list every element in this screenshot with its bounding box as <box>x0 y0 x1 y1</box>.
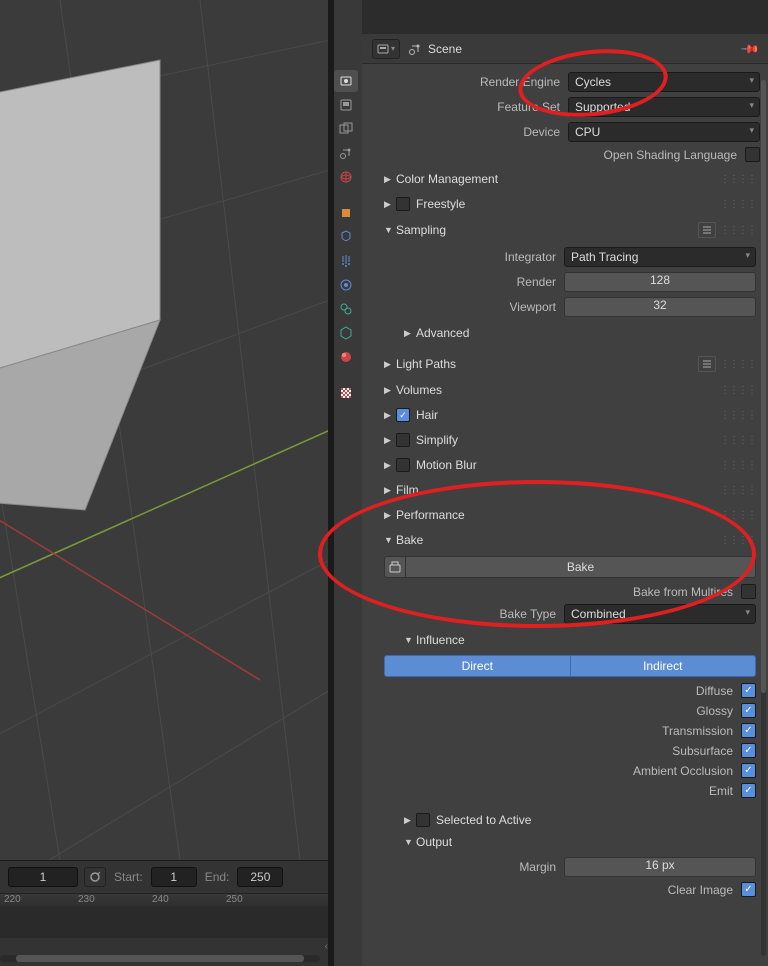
bake-panel-header[interactable]: ▼Bake⋮⋮⋮⋮ <box>380 528 760 552</box>
margin-label: Margin <box>384 860 564 874</box>
object-tab[interactable] <box>334 202 358 224</box>
simplify-panel-header[interactable]: ▶Simplify⋮⋮⋮⋮ <box>380 428 760 452</box>
color-management-panel-header[interactable]: ▶Color Management⋮⋮⋮⋮ <box>380 167 760 191</box>
bake-button[interactable]: Bake <box>406 556 756 578</box>
scene-name: Scene <box>428 42 462 56</box>
bake-from-multires-label: Bake from Multires <box>633 585 741 599</box>
world-tab[interactable] <box>334 166 358 188</box>
render-engine-select[interactable]: Cycles <box>568 72 760 92</box>
viewport-samples-label: Viewport <box>384 300 564 314</box>
scene-tab[interactable] <box>334 142 358 164</box>
properties-tabs <box>334 40 362 404</box>
properties-header: ▾ Scene 📌 <box>362 34 768 64</box>
ao-checkbox[interactable]: ✓ <box>741 763 756 778</box>
volumes-panel-header[interactable]: ▶Volumes⋮⋮⋮⋮ <box>380 378 760 402</box>
light-paths-panel-header[interactable]: ▶Light Paths ⋮⋮⋮⋮ <box>380 351 760 377</box>
sampling-presets-button[interactable] <box>698 222 716 238</box>
subsurface-checkbox[interactable]: ✓ <box>741 743 756 758</box>
diffuse-label: Diffuse <box>696 684 741 698</box>
timeline-scrollbar[interactable] <box>0 955 320 962</box>
emit-label: Emit <box>709 784 741 798</box>
scene-icon <box>408 42 422 56</box>
feature-set-select[interactable]: Supported <box>568 97 760 117</box>
end-frame-field[interactable]: 250 <box>237 867 283 887</box>
diffuse-checkbox[interactable]: ✓ <box>741 683 756 698</box>
emit-checkbox[interactable]: ✓ <box>741 783 756 798</box>
transmission-checkbox[interactable]: ✓ <box>741 723 756 738</box>
device-select[interactable]: CPU <box>568 122 760 142</box>
sampling-advanced-header[interactable]: ▶Advanced <box>384 322 756 344</box>
viewlayer-tab[interactable] <box>334 118 358 140</box>
output-tab[interactable] <box>334 94 358 116</box>
feature-set-label: Feature Set <box>380 100 568 114</box>
film-panel-header[interactable]: ▶Film⋮⋮⋮⋮ <box>380 478 760 502</box>
render-samples-label: Render <box>384 275 564 289</box>
properties-scrollbar[interactable] <box>761 80 766 956</box>
freestyle-checkbox[interactable] <box>396 197 410 211</box>
current-frame-field[interactable]: 1 <box>8 867 78 887</box>
mesh-tab[interactable] <box>334 322 358 344</box>
output-panel-header[interactable]: ▼Output <box>384 831 756 853</box>
pin-icon[interactable]: 📌 <box>740 38 760 58</box>
glossy-checkbox[interactable]: ✓ <box>741 703 756 718</box>
device-label: Device <box>380 125 568 139</box>
timeline: 1 Start: 1 End: 250 220 230 240 250 ‹ <box>0 860 330 966</box>
selected-to-active-panel-header[interactable]: ▶Selected to Active <box>384 809 756 831</box>
physics-tab[interactable] <box>334 274 358 296</box>
render-tab[interactable] <box>334 70 358 92</box>
integrator-label: Integrator <box>384 250 564 264</box>
render-engine-label: Render Engine <box>380 75 568 89</box>
freestyle-panel-header[interactable]: ▶Freestyle⋮⋮⋮⋮ <box>380 192 760 216</box>
subsurface-label: Subsurface <box>672 744 741 758</box>
clear-image-checkbox[interactable]: ✓ <box>741 882 756 897</box>
timeline-ruler[interactable]: 220 230 240 250 <box>0 894 330 938</box>
particle-tab[interactable] <box>334 250 358 272</box>
osl-checkbox[interactable] <box>745 147 760 162</box>
osl-label: Open Shading Language <box>604 148 745 162</box>
glossy-label: Glossy <box>696 704 741 718</box>
ao-label: Ambient Occlusion <box>633 764 741 778</box>
modifier-tab[interactable] <box>334 226 358 248</box>
jump-to-keyframe-button[interactable] <box>84 867 106 887</box>
datablock-menu[interactable]: ▾ <box>372 39 400 59</box>
properties-panel: ▾ Scene 📌 Render Engine Cycles Feature S… <box>362 0 768 966</box>
hair-panel-header[interactable]: ▶✓Hair⋮⋮⋮⋮ <box>380 403 760 427</box>
texture-tab[interactable] <box>334 382 358 404</box>
selected-to-active-checkbox[interactable] <box>416 813 430 827</box>
transmission-label: Transmission <box>662 724 741 738</box>
render-samples-field[interactable]: 128 <box>564 272 756 292</box>
light-paths-presets-button[interactable] <box>698 356 716 372</box>
bake-type-label: Bake Type <box>384 607 564 621</box>
integrator-select[interactable]: Path Tracing <box>564 247 756 267</box>
margin-field[interactable]: 16 px <box>564 857 756 877</box>
influence-indirect-toggle[interactable]: Indirect <box>571 655 757 677</box>
end-label: End: <box>203 870 232 884</box>
sampling-panel-header[interactable]: ▼Sampling ⋮⋮⋮⋮ <box>380 217 760 243</box>
influence-direct-toggle[interactable]: Direct <box>384 655 571 677</box>
hair-checkbox[interactable]: ✓ <box>396 408 410 422</box>
simplify-checkbox[interactable] <box>396 433 410 447</box>
viewport-3d[interactable] <box>0 0 330 860</box>
clear-image-label: Clear Image <box>668 883 741 897</box>
bake-type-select[interactable]: Combined <box>564 604 756 624</box>
start-frame-field[interactable]: 1 <box>151 867 197 887</box>
bake-from-multires-checkbox[interactable] <box>741 584 756 599</box>
motion-blur-panel-header[interactable]: ▶Motion Blur⋮⋮⋮⋮ <box>380 453 760 477</box>
start-label: Start: <box>112 870 145 884</box>
performance-panel-header[interactable]: ▶Performance⋮⋮⋮⋮ <box>380 503 760 527</box>
bake-icon <box>384 556 406 578</box>
material-tab[interactable] <box>334 346 358 368</box>
constraint-tab[interactable] <box>334 298 358 320</box>
motion-blur-checkbox[interactable] <box>396 458 410 472</box>
influence-panel-header[interactable]: ▼Influence <box>384 629 756 651</box>
viewport-samples-field[interactable]: 32 <box>564 297 756 317</box>
